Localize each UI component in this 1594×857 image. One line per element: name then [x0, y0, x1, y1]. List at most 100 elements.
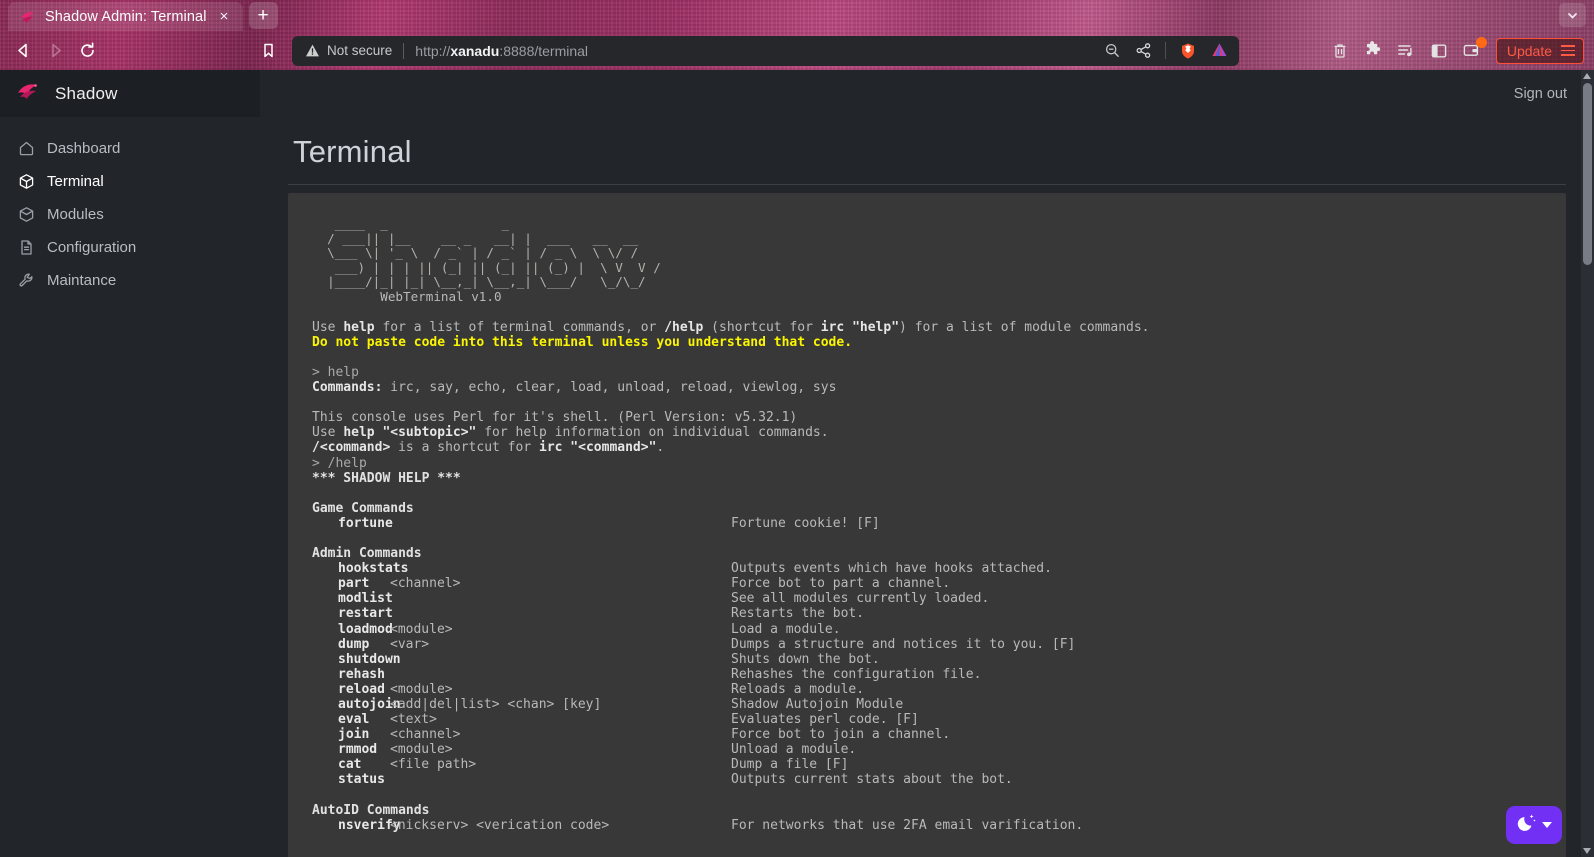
- brand[interactable]: Shadow: [0, 70, 260, 117]
- update-label: Update: [1507, 43, 1552, 59]
- tab-strip: Shadow Admin: Terminal × +: [0, 0, 1594, 31]
- help-section-title: Game Commands: [312, 501, 1542, 516]
- home-icon: [17, 140, 35, 158]
- back-icon[interactable]: [8, 36, 38, 66]
- zoom-out-icon[interactable]: [1098, 38, 1126, 64]
- new-tab-button[interactable]: +: [249, 2, 278, 29]
- commands-line: Commands: irc, say, echo, clear, load, u…: [312, 380, 1542, 395]
- paste-warning: Do not paste code into this terminal unl…: [312, 335, 1542, 350]
- help-command-desc: Evaluates perl code. [F]: [731, 712, 919, 727]
- sidebar-item-terminal[interactable]: Terminal: [0, 165, 260, 198]
- top-bar: Sign out: [260, 70, 1594, 117]
- help-command-row: loadmod<module>Load a module.: [312, 622, 1542, 637]
- help-command-desc: Outputs events which have hooks attached…: [731, 561, 1052, 576]
- help-command-args: <channel>: [390, 576, 731, 591]
- forward-icon: [40, 36, 70, 66]
- page-title: Terminal: [288, 117, 1566, 184]
- help-command-args: <module>: [390, 682, 731, 697]
- url-bar[interactable]: Not secure http://xanadu:8888/terminal: [292, 36, 1239, 66]
- browser-toolbar: Not secure http://xanadu:8888/terminal: [0, 31, 1594, 70]
- help-command-name: dump: [312, 637, 390, 652]
- help-command-row: rehashRehashes the configuration file.: [312, 667, 1542, 682]
- help-command-row: reload<module>Reloads a module.: [312, 682, 1542, 697]
- page-scrollbar[interactable]: [1581, 70, 1594, 857]
- reload-icon[interactable]: [72, 36, 102, 66]
- shadow-favicon-icon: [20, 9, 36, 25]
- brave-rewards-icon[interactable]: [1205, 38, 1233, 64]
- menu-icon[interactable]: [1561, 45, 1575, 56]
- scroll-down-arrow-icon[interactable]: [1583, 848, 1591, 854]
- dark-mode-toggle-button[interactable]: [1506, 806, 1562, 844]
- help-command-desc: See all modules currently loaded.: [731, 591, 989, 606]
- shadow-help-banner: *** SHADOW HELP ***: [312, 471, 1542, 486]
- page-content: Terminal ____ _ _ / ___|| |__ __ _ __| |…: [260, 117, 1594, 857]
- extensions-icon[interactable]: [1358, 36, 1388, 66]
- sidebar-item-maintance[interactable]: Maintance: [0, 264, 260, 297]
- sidebar-item-dashboard[interactable]: Dashboard: [0, 132, 260, 165]
- help-command-args: [390, 516, 731, 531]
- title-divider: [288, 184, 1566, 185]
- trash-icon[interactable]: [1325, 36, 1355, 66]
- urlbar-icon-group: [1098, 38, 1233, 64]
- help-command-desc: Dump a file [F]: [731, 757, 848, 772]
- sidebar-item-label: Terminal: [47, 173, 104, 190]
- help-command-desc: Outputs current stats about the bot.: [731, 772, 1013, 787]
- security-indicator[interactable]: Not secure: [305, 43, 392, 58]
- scroll-up-arrow-icon[interactable]: [1583, 73, 1591, 79]
- close-icon[interactable]: ×: [216, 8, 233, 25]
- help-command-name: part: [312, 576, 390, 591]
- warning-triangle-icon: [305, 43, 320, 58]
- help-command-row: hookstatsOutputs events which have hooks…: [312, 561, 1542, 576]
- playlist-icon[interactable]: [1391, 36, 1421, 66]
- terminal-output[interactable]: ____ _ _ / ___|| |__ __ _ __| | ___ __ _…: [288, 193, 1566, 857]
- help-command-desc: For networks that use 2FA email varifica…: [731, 818, 1083, 833]
- update-badge: [1476, 37, 1487, 48]
- spacer: [312, 788, 1542, 803]
- help-command-desc: Restarts the bot.: [731, 606, 864, 621]
- brand-name: Shadow: [55, 84, 118, 104]
- browser-tab[interactable]: Shadow Admin: Terminal ×: [8, 2, 243, 31]
- help-command-row: eval<text>Evaluates perl code. [F]: [312, 712, 1542, 727]
- spacer: [312, 531, 1542, 546]
- help-command-row: autojoin<add|del|list> <chan> [key]Shado…: [312, 697, 1542, 712]
- help-command-desc: Unload a module.: [731, 742, 856, 757]
- help-command-row: restart Restarts the bot.: [312, 606, 1542, 621]
- help-command-args: <file path>: [390, 757, 731, 772]
- scrollbar-thumb[interactable]: [1583, 83, 1592, 265]
- document-icon: [17, 239, 35, 257]
- help-command-name: loadmod: [312, 622, 390, 637]
- chevron-down-icon[interactable]: [1559, 3, 1586, 27]
- help-command-name: status: [312, 772, 390, 787]
- bookmark-icon[interactable]: [254, 37, 282, 65]
- help-command-desc: Dumps a structure and notices it to you.…: [731, 637, 1075, 652]
- security-label: Not secure: [327, 43, 392, 58]
- sign-out-link[interactable]: Sign out: [1514, 86, 1567, 102]
- help-sections: Game CommandsfortuneFortune cookie! [F]A…: [312, 501, 1542, 833]
- share-icon[interactable]: [1129, 38, 1157, 64]
- sidebar-item-modules[interactable]: Modules: [0, 198, 260, 231]
- terminal-version: WebTerminal v1.0: [312, 290, 1542, 305]
- help-command-desc: Force bot to join a channel.: [731, 727, 950, 742]
- sidebar-item-label: Configuration: [47, 239, 136, 256]
- sidebar-item-configuration[interactable]: Configuration: [0, 231, 260, 264]
- help-command-desc: Shadow Autojoin Module: [731, 697, 903, 712]
- tab-title: Shadow Admin: Terminal: [45, 9, 207, 25]
- sidebar-item-label: Maintance: [47, 272, 116, 289]
- package-icon: [17, 206, 35, 224]
- prompt-line-slash-help: > /help: [312, 456, 1542, 471]
- brave-shields-icon[interactable]: [1174, 38, 1202, 64]
- chevron-down-icon[interactable]: [1542, 822, 1552, 828]
- help-command-desc: Shuts down the bot.: [731, 652, 880, 667]
- help-command-name: eval: [312, 712, 390, 727]
- help-command-name: restart: [312, 606, 390, 621]
- update-button[interactable]: Update: [1496, 38, 1584, 64]
- help-command-row: rmmod<module>Unload a module.: [312, 742, 1542, 757]
- app-shell: Shadow Dashboard Terminal Modules: [0, 70, 1594, 857]
- browser-chrome: Shadow Admin: Terminal × +: [0, 0, 1594, 70]
- toolbar-right-icons: Update: [1325, 36, 1586, 66]
- intro-line: Use help for a list of terminal commands…: [312, 320, 1542, 335]
- wrench-icon: [17, 272, 35, 290]
- wallet-icon[interactable]: [1457, 36, 1487, 66]
- help-command-args: <module>: [390, 622, 731, 637]
- sidebar-icon[interactable]: [1424, 36, 1454, 66]
